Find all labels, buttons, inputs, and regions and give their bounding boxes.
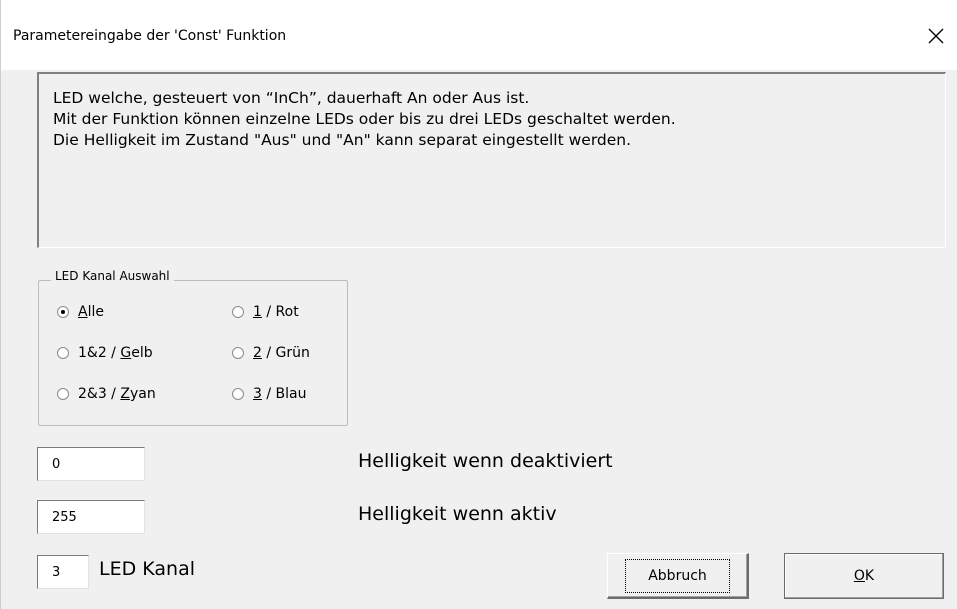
- radio-2-3-zyan[interactable]: 2&3 / Zyan: [57, 386, 156, 402]
- ok-button[interactable]: OK: [784, 553, 944, 599]
- radio-indicator: [232, 347, 244, 359]
- radio-indicator-checked: [57, 306, 69, 318]
- close-icon: [928, 28, 944, 44]
- radio-label-all: Alle: [78, 304, 104, 320]
- radio-1-rot[interactable]: 1 / Rot: [232, 304, 299, 320]
- radio-indicator: [57, 388, 69, 400]
- description-line: Die Helligkeit im Zustand "Aus" und "An"…: [53, 131, 632, 149]
- ok-button-label: OK: [853, 568, 875, 584]
- title-bar[interactable]: Parametereingabe der 'Const' Funktion: [1, 0, 957, 70]
- window-title: Parametereingabe der 'Const' Funktion: [13, 28, 287, 44]
- description-line: Mit der Funktion können einzelne LEDs od…: [53, 110, 676, 128]
- radio-1-2-gelb[interactable]: 1&2 / Gelb: [57, 345, 153, 361]
- brightness-off-input[interactable]: 0: [37, 447, 145, 481]
- brightness-off-label: Helligkeit wenn deaktiviert: [358, 450, 613, 472]
- radio-label-2-gruen: 2 / Grün: [253, 345, 310, 361]
- description-line: LED welche, gesteuert von “InCh”, dauerh…: [53, 89, 530, 107]
- radio-label-2-3-zyan: 2&3 / Zyan: [78, 386, 156, 402]
- brightness-on-input[interactable]: 255: [37, 500, 145, 534]
- cancel-button[interactable]: Abbruch: [607, 553, 749, 599]
- description-box: LED welche, gesteuert von “InCh”, dauerh…: [37, 72, 946, 248]
- radio-all[interactable]: Alle: [57, 304, 104, 320]
- radio-label-1-rot: 1 / Rot: [253, 304, 299, 320]
- radio-indicator: [232, 306, 244, 318]
- led-channel-label: LED Kanal: [99, 558, 195, 580]
- led-channel-group-label: LED Kanal Auswahl: [51, 269, 174, 283]
- radio-indicator: [57, 347, 69, 359]
- radio-3-blau[interactable]: 3 / Blau: [232, 386, 307, 402]
- cancel-button-label: Abbruch: [625, 558, 730, 593]
- led-channel-input[interactable]: 3: [37, 555, 89, 589]
- radio-label-1-2-gelb: 1&2 / Gelb: [78, 345, 153, 361]
- radio-2-gruen[interactable]: 2 / Grün: [232, 345, 310, 361]
- dialog-window: Parametereingabe der 'Const' Funktion LE…: [0, 0, 957, 609]
- radio-label-3-blau: 3 / Blau: [253, 386, 307, 402]
- brightness-on-label: Helligkeit wenn aktiv: [358, 503, 557, 525]
- close-button[interactable]: [915, 16, 957, 56]
- radio-indicator: [232, 388, 244, 400]
